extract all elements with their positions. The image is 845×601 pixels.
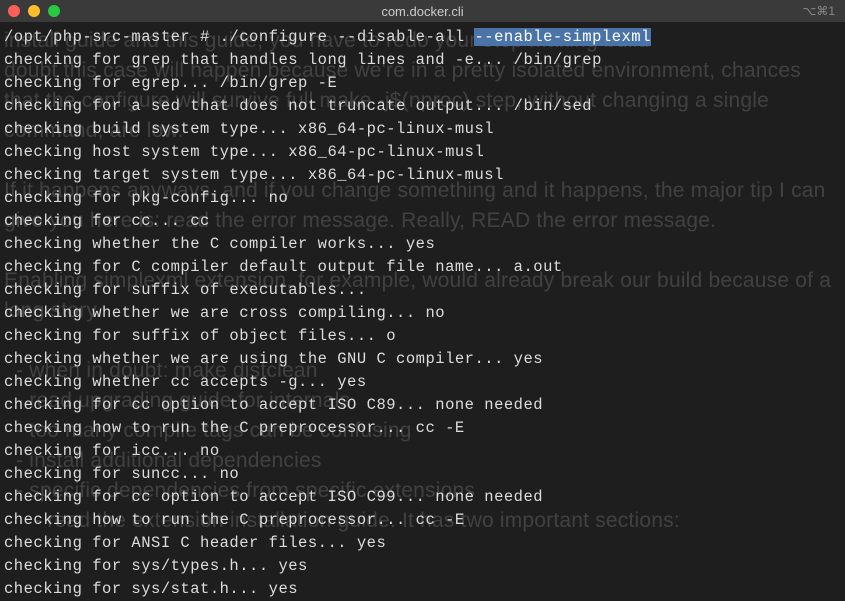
output-line: checking for suffix of executables...: [4, 279, 841, 302]
output-line: checking host system type... x86_64-pc-l…: [4, 141, 841, 164]
prompt-line: /opt/php-src-master # ./configure --disa…: [4, 26, 841, 49]
output-line: checking whether we are cross compiling.…: [4, 302, 841, 325]
window-shortcut: ⌥⌘1: [802, 4, 835, 18]
output-line: checking for cc... cc: [4, 210, 841, 233]
output-line: checking for sys/types.h... yes: [4, 555, 841, 578]
minimize-icon[interactable]: [28, 5, 40, 17]
window-title: com.docker.cli: [381, 4, 463, 19]
close-icon[interactable]: [8, 5, 20, 17]
output-line: checking for cc option to accept ISO C99…: [4, 486, 841, 509]
output-line: checking for pkg-config... no: [4, 187, 841, 210]
terminal-output: /opt/php-src-master # ./configure --disa…: [4, 26, 841, 601]
output-line: checking whether cc accepts -g... yes: [4, 371, 841, 394]
output-line: checking for C compiler default output f…: [4, 256, 841, 279]
output-line: checking for a sed that does not truncat…: [4, 95, 841, 118]
titlebar: com.docker.cli ⌥⌘1: [0, 0, 845, 22]
maximize-icon[interactable]: [48, 5, 60, 17]
output-line: checking for ANSI C header files... yes: [4, 532, 841, 555]
output-line: checking for egrep... /bin/grep -E: [4, 72, 841, 95]
output-line: checking target system type... x86_64-pc…: [4, 164, 841, 187]
output-line: checking whether the C compiler works...…: [4, 233, 841, 256]
output-line: checking how to run the C preprocessor..…: [4, 417, 841, 440]
prompt-path: /opt/php-src-master #: [4, 28, 220, 46]
command-selected: --enable-simplexml: [474, 28, 650, 46]
output-line: checking for grep that handles long line…: [4, 49, 841, 72]
output-line: checking for suffix of object files... o: [4, 325, 841, 348]
command-part1: ./configure --disable-all: [220, 28, 475, 46]
output-line: checking for suncc... no: [4, 463, 841, 486]
traffic-lights: [8, 5, 60, 17]
output-line: checking whether we are using the GNU C …: [4, 348, 841, 371]
terminal-area[interactable]: install guide and this guide, you have t…: [0, 22, 845, 601]
output-line: checking for icc... no: [4, 440, 841, 463]
output-line: checking build system type... x86_64-pc-…: [4, 118, 841, 141]
output-line: checking how to run the C preprocessor..…: [4, 509, 841, 532]
output-line: checking for cc option to accept ISO C89…: [4, 394, 841, 417]
output-line: checking for sys/stat.h... yes: [4, 578, 841, 601]
